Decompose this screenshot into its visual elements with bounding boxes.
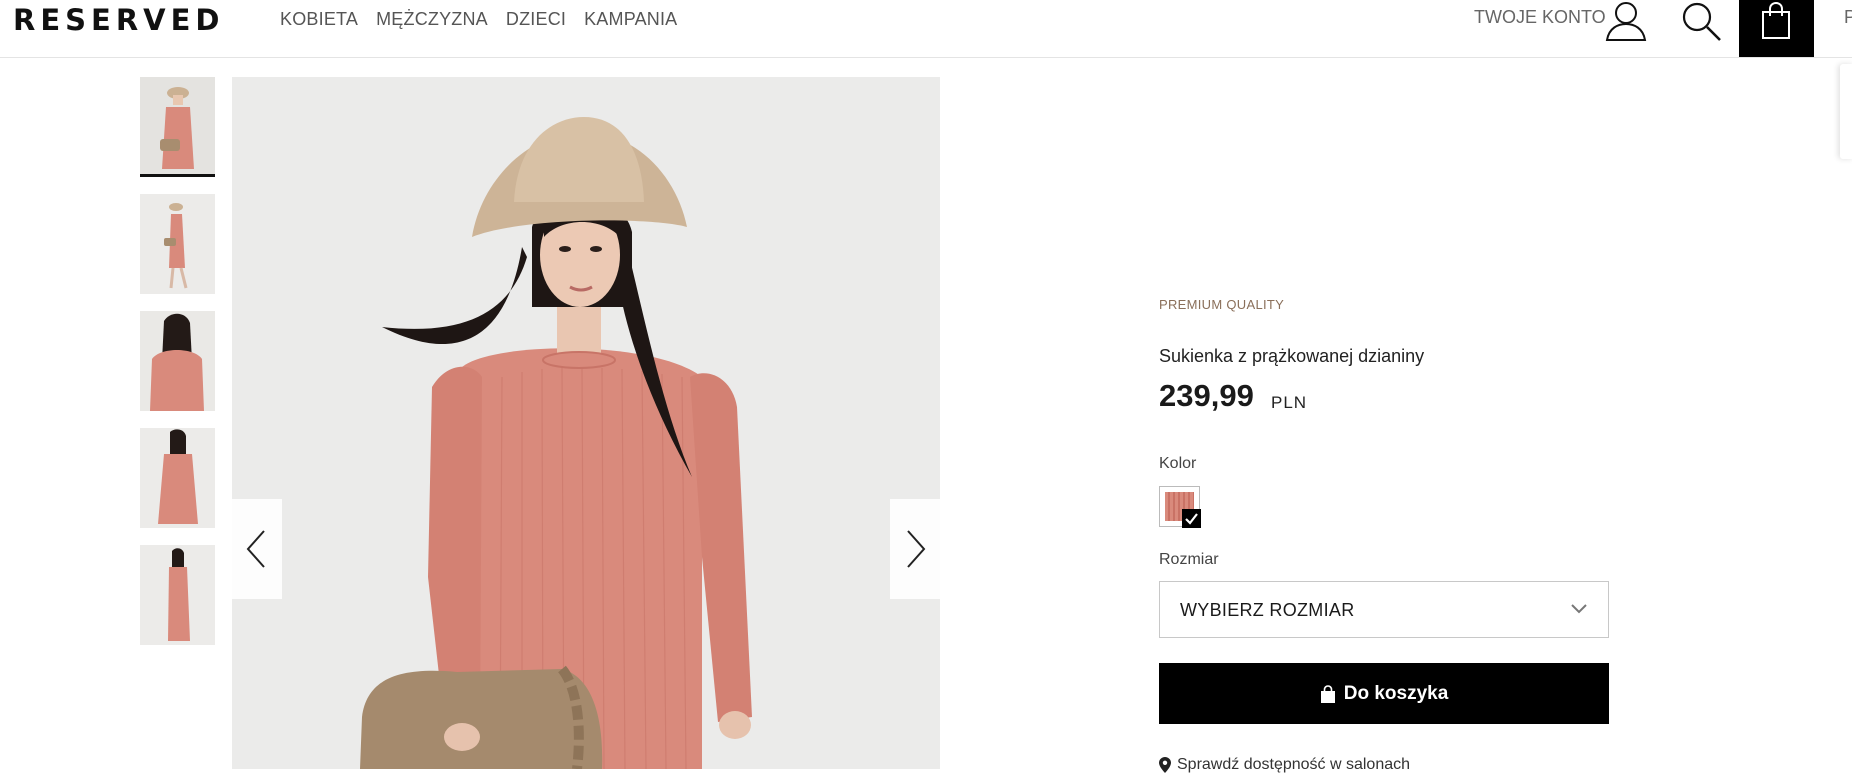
nav-item-kampania[interactable]: KAMPANIA bbox=[584, 9, 677, 30]
product-price: 239,99 bbox=[1159, 378, 1254, 413]
account-link[interactable]: TWOJE KONTO bbox=[1474, 7, 1606, 28]
product-title: Sukienka z prążkowanej dzianiny bbox=[1159, 346, 1425, 366]
shopping-bag-icon bbox=[1762, 2, 1790, 39]
thumbnail-5[interactable] bbox=[140, 545, 215, 645]
chevron-down-icon bbox=[1571, 604, 1587, 614]
nav-item-kobieta[interactable]: KOBIETA bbox=[280, 9, 358, 30]
color-label: Kolor bbox=[1159, 455, 1197, 472]
chevron-right-icon bbox=[907, 530, 926, 568]
store-availability-label: Sprawdź dostępność w salonach bbox=[1177, 756, 1411, 773]
size-select[interactable]: WYBIERZ ROZMIAR bbox=[1159, 581, 1609, 638]
gallery-next-button[interactable] bbox=[890, 499, 940, 599]
user-icon[interactable] bbox=[1604, 0, 1648, 42]
cart-button[interactable] bbox=[1739, 0, 1814, 57]
size-select-value: WYBIERZ ROZMIAR bbox=[1180, 600, 1355, 620]
color-swatch-pink[interactable] bbox=[1159, 486, 1201, 528]
nav-item-mezczyzna[interactable]: MĘŻCZYZNA bbox=[376, 9, 488, 30]
thumbnail-2[interactable] bbox=[140, 194, 215, 294]
thumbnail-4[interactable] bbox=[140, 428, 215, 528]
checkmark-icon bbox=[1182, 509, 1201, 528]
side-panel-tab[interactable] bbox=[1840, 64, 1852, 159]
edge-menu-text[interactable]: P bbox=[1844, 7, 1852, 28]
nav-item-dzieci[interactable]: DZIECI bbox=[506, 9, 566, 30]
brand-logo[interactable]: RESERVED bbox=[13, 3, 225, 37]
product-main-image[interactable] bbox=[232, 77, 940, 769]
site-header: RESERVED KOBIETA MĘŻCZYZNA DZIECI KAMPAN… bbox=[0, 0, 1852, 58]
size-label: Rozmiar bbox=[1159, 551, 1219, 568]
chevron-left-icon bbox=[246, 530, 265, 568]
price-currency: PLN bbox=[1271, 393, 1308, 412]
thumbnail-active-indicator bbox=[140, 174, 215, 177]
thumbnail-1[interactable] bbox=[140, 77, 215, 177]
shopping-bag-icon bbox=[1320, 684, 1335, 703]
location-pin-icon bbox=[1159, 757, 1171, 773]
gallery-prev-button[interactable] bbox=[232, 499, 282, 599]
main-nav: KOBIETA MĘŻCZYZNA DZIECI KAMPANIA bbox=[280, 9, 677, 30]
quality-badge: PREMIUM QUALITY bbox=[1159, 297, 1285, 312]
store-availability-link[interactable]: Sprawdź dostępność w salonach bbox=[1159, 756, 1410, 774]
add-to-cart-button[interactable]: Do koszyka bbox=[1159, 663, 1609, 724]
thumbnail-3[interactable] bbox=[140, 311, 215, 411]
search-icon[interactable] bbox=[1680, 0, 1722, 42]
add-to-cart-label: Do koszyka bbox=[1343, 682, 1449, 704]
